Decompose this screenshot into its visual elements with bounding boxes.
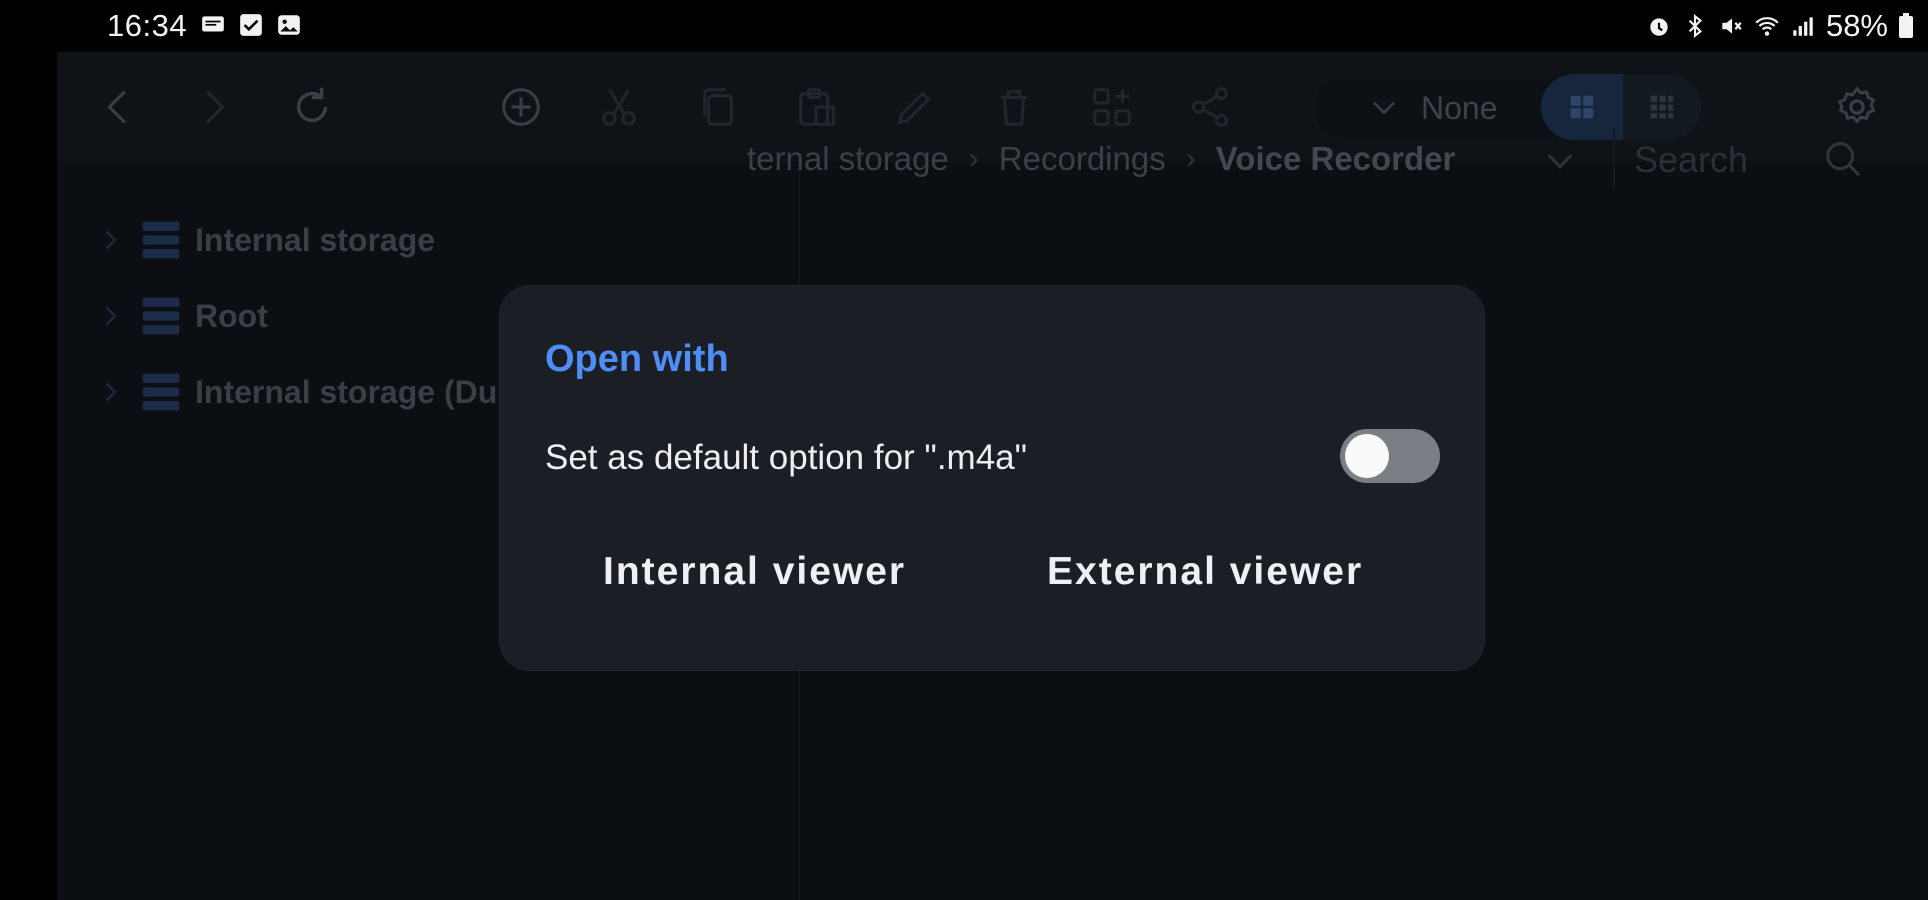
breadcrumb-current[interactable]: Voice Recorder [1216, 140, 1456, 178]
chevron-right-icon: › [1185, 142, 1196, 175]
copy-icon [703, 88, 733, 126]
gear-icon [1837, 86, 1876, 124]
open-with-dialog: Open with Set as default option for ".m4… [500, 286, 1484, 670]
chevron-right-icon: › [968, 142, 979, 175]
chevron-left-icon [107, 90, 126, 124]
search-icon[interactable] [1820, 136, 1866, 182]
grid-large-view-button[interactable] [1541, 74, 1623, 140]
storage-icon [142, 373, 180, 411]
chevron-right-icon [105, 306, 117, 326]
message-icon [200, 12, 226, 38]
internal-viewer-button[interactable]: Internal viewer [603, 542, 906, 602]
tree-item-internal-storage[interactable]: Internal storage [95, 212, 435, 268]
storage-icon [142, 297, 180, 335]
add-button[interactable] [496, 82, 546, 132]
back-button[interactable] [94, 82, 144, 132]
tree-item-label: Internal storage [195, 221, 436, 258]
breadcrumb-item[interactable]: ternal storage [747, 140, 949, 178]
add-circle-icon [502, 88, 540, 126]
cut-button[interactable] [594, 82, 644, 132]
status-bar: 16:34 58% [0, 0, 1928, 52]
external-viewer-button[interactable]: External viewer [1047, 542, 1363, 602]
breadcrumb-item[interactable]: Recordings [999, 140, 1166, 178]
refresh-icon [296, 87, 328, 123]
copy-button[interactable] [693, 82, 743, 132]
forward-button[interactable] [188, 82, 238, 132]
refresh-button[interactable] [287, 82, 337, 132]
signal-icon [1790, 13, 1816, 39]
grid-large-icon [1570, 95, 1594, 119]
tree-item-label: Internal storage (Du [195, 373, 498, 410]
mute-icon [1718, 13, 1744, 39]
chevron-right-icon [105, 382, 117, 402]
default-option-toggle[interactable] [1340, 429, 1440, 483]
chevron-down-icon[interactable] [1540, 140, 1580, 180]
bluetooth-icon [1682, 13, 1708, 39]
chevron-right-icon [105, 230, 117, 250]
tree-item-internal-storage-dual[interactable]: Internal storage (Du [95, 364, 497, 420]
default-option-label: Set as default option for ".m4a" [545, 438, 1028, 477]
grid-small-icon [1650, 95, 1674, 119]
image-icon [276, 12, 302, 38]
alarm-icon [1646, 13, 1672, 39]
battery-icon [1898, 13, 1914, 39]
storage-icon [142, 221, 180, 259]
divider [1613, 128, 1615, 190]
wifi-icon [1754, 13, 1780, 39]
settings-button[interactable] [1832, 82, 1882, 132]
dialog-title: Open with [545, 338, 729, 380]
check-icon [238, 12, 264, 38]
tree-item-root[interactable]: Root [95, 288, 268, 344]
tree-item-label: Root [195, 297, 268, 334]
scissors-icon [602, 88, 636, 126]
toggle-knob [1345, 434, 1389, 478]
chevron-right-icon [206, 90, 225, 124]
status-time: 16:34 [107, 8, 188, 43]
battery-level: 58% [1825, 8, 1888, 43]
search-input[interactable] [1632, 128, 1816, 192]
breadcrumb: ternal storage › Recordings › Voice Reco… [747, 118, 1455, 200]
